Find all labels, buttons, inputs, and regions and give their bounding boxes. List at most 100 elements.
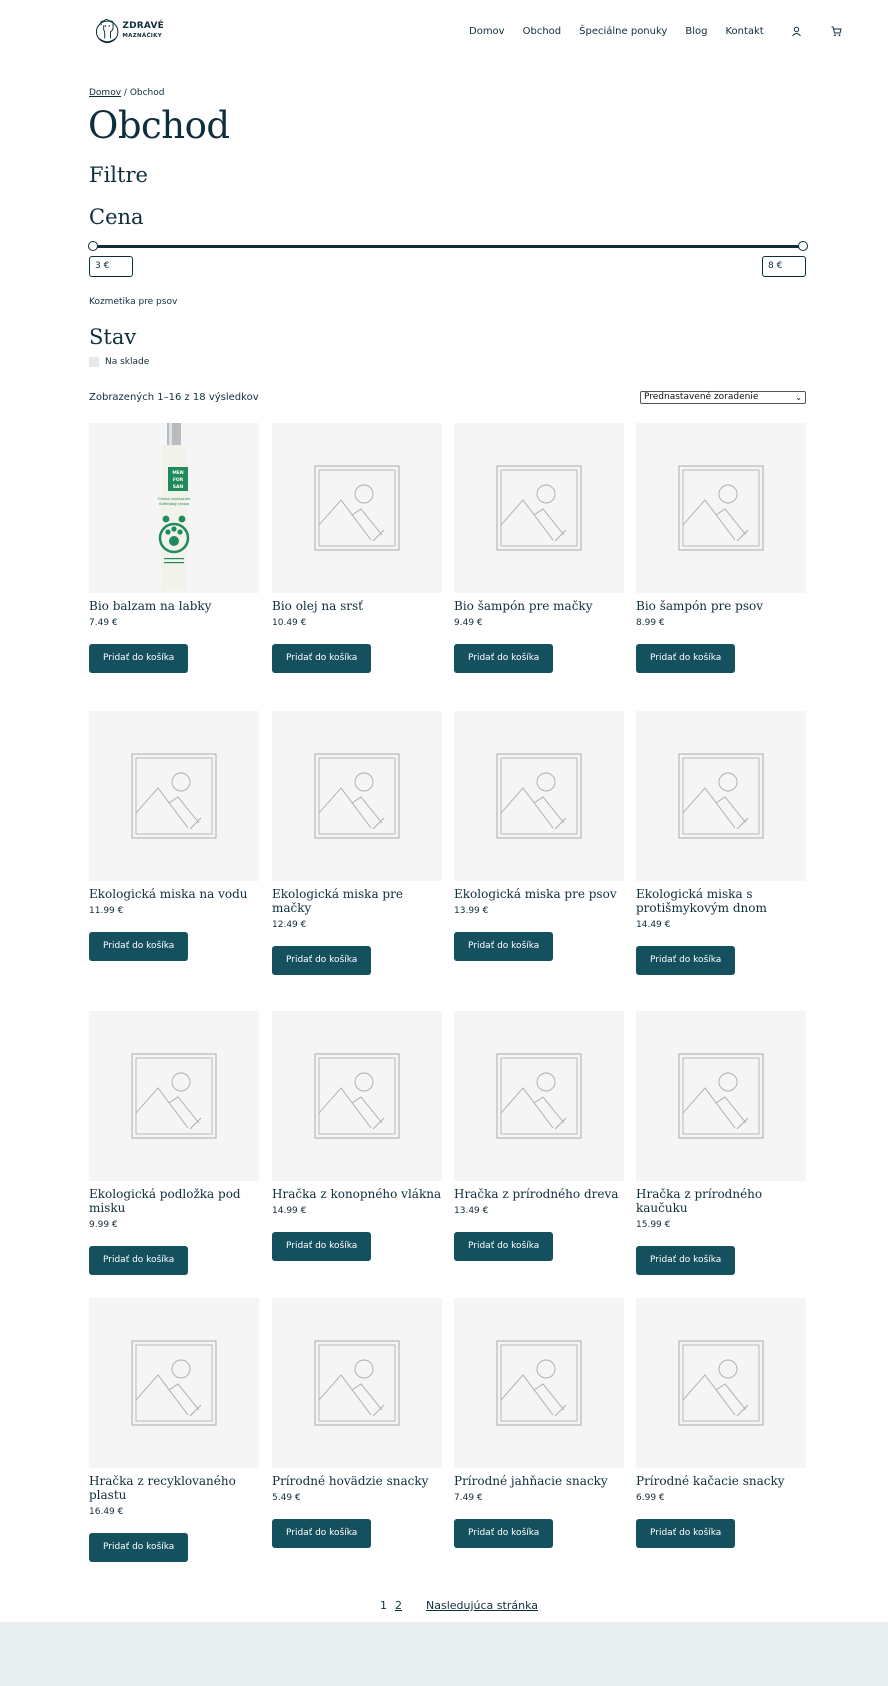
results-count: Zobrazených 1–16 z 18 výsledkov xyxy=(89,392,259,403)
product-name[interactable]: Hračka z konopného vlákna xyxy=(272,1187,442,1201)
price-slider-max-handle[interactable] xyxy=(798,241,808,251)
image-placeholder-icon xyxy=(496,1053,582,1139)
add-to-cart-button[interactable]: Pridať do košíka xyxy=(272,1232,372,1261)
image-placeholder-icon xyxy=(678,1340,764,1426)
product-name[interactable]: Hračka z prírodného kaučuku xyxy=(636,1187,806,1215)
site-footer xyxy=(0,1622,888,1686)
in-stock-filter[interactable]: Na sklade xyxy=(89,357,149,367)
in-stock-checkbox[interactable] xyxy=(89,357,99,367)
nav-home[interactable]: Domov xyxy=(469,26,505,37)
product-card: Hračka z recyklovaného plastu 16.49 € Pr… xyxy=(89,1298,259,1562)
product-name[interactable]: Ekologická miska pre mačky xyxy=(272,887,442,915)
main-nav: Domov Obchod Špeciálne ponuky Blog Konta… xyxy=(469,24,844,38)
add-to-cart-button[interactable]: Pridať do košíka xyxy=(89,644,189,673)
image-placeholder-icon xyxy=(131,1340,217,1426)
product-price: 16.49 € xyxy=(89,1507,124,1517)
status-heading: Stav xyxy=(89,325,137,349)
product-name[interactable]: Ekologická podložka pod misku xyxy=(89,1187,259,1215)
logo-text-line2: MAZNÁČIKY xyxy=(122,33,162,39)
svg-text:FOR: FOR xyxy=(173,477,184,483)
product-card: Prírodné hovädzie snacky 5.49 € Pridať d… xyxy=(272,1298,442,1548)
product-image[interactable] xyxy=(454,711,624,881)
product-image[interactable] xyxy=(272,1011,442,1181)
product-image[interactable] xyxy=(454,1011,624,1181)
price-min-input[interactable]: 3 € xyxy=(89,256,133,277)
price-slider-track[interactable] xyxy=(92,245,803,248)
svg-text:SAN: SAN xyxy=(173,484,184,490)
image-placeholder-icon xyxy=(496,465,582,551)
add-to-cart-button[interactable]: Pridať do košíka xyxy=(454,932,554,961)
add-to-cart-button[interactable]: Pridať do košíka xyxy=(89,1533,189,1562)
add-to-cart-button[interactable]: Pridať do košíka xyxy=(272,1519,372,1548)
product-image[interactable] xyxy=(636,1011,806,1181)
add-to-cart-button[interactable]: Pridať do košíka xyxy=(454,1519,554,1548)
add-to-cart-button[interactable]: Pridať do košíka xyxy=(636,1246,736,1275)
product-name[interactable]: Bio šampón pre mačky xyxy=(454,599,624,613)
product-name[interactable]: Prírodné jahňacie snacky xyxy=(454,1474,624,1488)
product-name[interactable]: Prírodné hovädzie snacky xyxy=(272,1474,442,1488)
site-logo[interactable]: ZDRAVÉ MAZNÁČIKY xyxy=(94,10,164,52)
product-image[interactable] xyxy=(454,1298,624,1468)
product-price: 7.49 € xyxy=(89,618,118,628)
add-to-cart-button[interactable]: Pridať do košíka xyxy=(636,1519,736,1548)
product-image[interactable] xyxy=(89,711,259,881)
in-stock-label: Na sklade xyxy=(105,357,150,367)
nav-special-offers[interactable]: Špeciálne ponuky xyxy=(579,26,667,37)
price-heading: Cena xyxy=(89,205,144,229)
product-image[interactable] xyxy=(89,1011,259,1181)
user-icon[interactable] xyxy=(790,24,804,38)
add-to-cart-button[interactable]: Pridať do košíka xyxy=(636,644,736,673)
pagination-next[interactable]: Nasledujúca stránka xyxy=(426,1599,538,1612)
add-to-cart-button[interactable]: Pridať do košíka xyxy=(89,932,189,961)
image-placeholder-icon xyxy=(131,753,217,839)
product-image[interactable] xyxy=(636,1298,806,1468)
product-name[interactable]: Bio balzam na labky xyxy=(89,599,259,613)
product-name[interactable]: Prírodné kačacie snacky xyxy=(636,1474,806,1488)
nav-contact[interactable]: Kontakt xyxy=(725,26,763,37)
product-card: Ekologická podložka pod misku 9.99 € Pri… xyxy=(89,1011,259,1275)
nav-blog[interactable]: Blog xyxy=(685,26,707,37)
product-card: Ekologická miska na vodu 11.99 € Pridať … xyxy=(89,711,259,961)
product-price: 13.49 € xyxy=(454,1206,489,1216)
image-placeholder-icon xyxy=(314,1340,400,1426)
product-name[interactable]: Bio olej na srsť xyxy=(272,599,442,613)
category-filter-link[interactable]: Kozmetika pre psov xyxy=(89,297,177,307)
product-image[interactable] xyxy=(89,1298,259,1468)
add-to-cart-button[interactable]: Pridať do košíka xyxy=(272,644,372,673)
nav-shop[interactable]: Obchod xyxy=(523,26,562,37)
product-image[interactable] xyxy=(454,423,624,593)
product-image[interactable] xyxy=(272,711,442,881)
product-image[interactable] xyxy=(636,423,806,593)
logo-text-line1: ZDRAVÉ xyxy=(122,21,164,31)
product-name[interactable]: Ekologická miska pre psov xyxy=(454,887,624,901)
add-to-cart-button[interactable]: Pridať do košíka xyxy=(89,1246,189,1275)
breadcrumb-current: Obchod xyxy=(129,88,165,98)
pagination-current: 1 xyxy=(380,1599,387,1612)
product-name[interactable]: Bio šampón pre psov xyxy=(636,599,806,613)
price-max-input[interactable]: 8 € xyxy=(762,256,806,277)
price-slider-min-handle[interactable] xyxy=(88,241,98,251)
add-to-cart-button[interactable]: Pridať do košíka xyxy=(454,1232,554,1261)
sort-selected-value: Prednastavené zoradenie xyxy=(644,392,759,402)
product-image[interactable]: MEN FOR SAN Crema suavizante Softening c… xyxy=(89,423,259,593)
product-name[interactable]: Ekologická miska na vodu xyxy=(89,887,259,901)
add-to-cart-button[interactable]: Pridať do košíka xyxy=(454,644,554,673)
breadcrumb: Domov / Obchod xyxy=(89,88,164,98)
product-name[interactable]: Hračka z recyklovaného plastu xyxy=(89,1474,259,1502)
sort-select[interactable]: Prednastavené zoradenie ⌄ xyxy=(640,391,806,404)
product-image[interactable] xyxy=(272,423,442,593)
add-to-cart-button[interactable]: Pridať do košíka xyxy=(636,946,736,975)
image-placeholder-icon xyxy=(131,1053,217,1139)
product-card: Ekologická miska pre psov 13.99 € Pridať… xyxy=(454,711,624,961)
pagination-page-2[interactable]: 2 xyxy=(395,1599,402,1612)
add-to-cart-button[interactable]: Pridať do košíka xyxy=(272,946,372,975)
breadcrumb-home[interactable]: Domov xyxy=(89,88,121,98)
product-image[interactable] xyxy=(636,711,806,881)
chevron-down-icon: ⌄ xyxy=(795,393,802,402)
image-placeholder-icon xyxy=(314,1053,400,1139)
product-image[interactable] xyxy=(272,1298,442,1468)
site-header: ZDRAVÉ MAZNÁČIKY Domov Obchod Špeciálne … xyxy=(0,0,888,64)
product-name[interactable]: Hračka z prírodného dreva xyxy=(454,1187,624,1201)
cart-icon[interactable] xyxy=(830,24,844,38)
product-name[interactable]: Ekologická miska s protišmykovým dnom xyxy=(636,887,806,915)
